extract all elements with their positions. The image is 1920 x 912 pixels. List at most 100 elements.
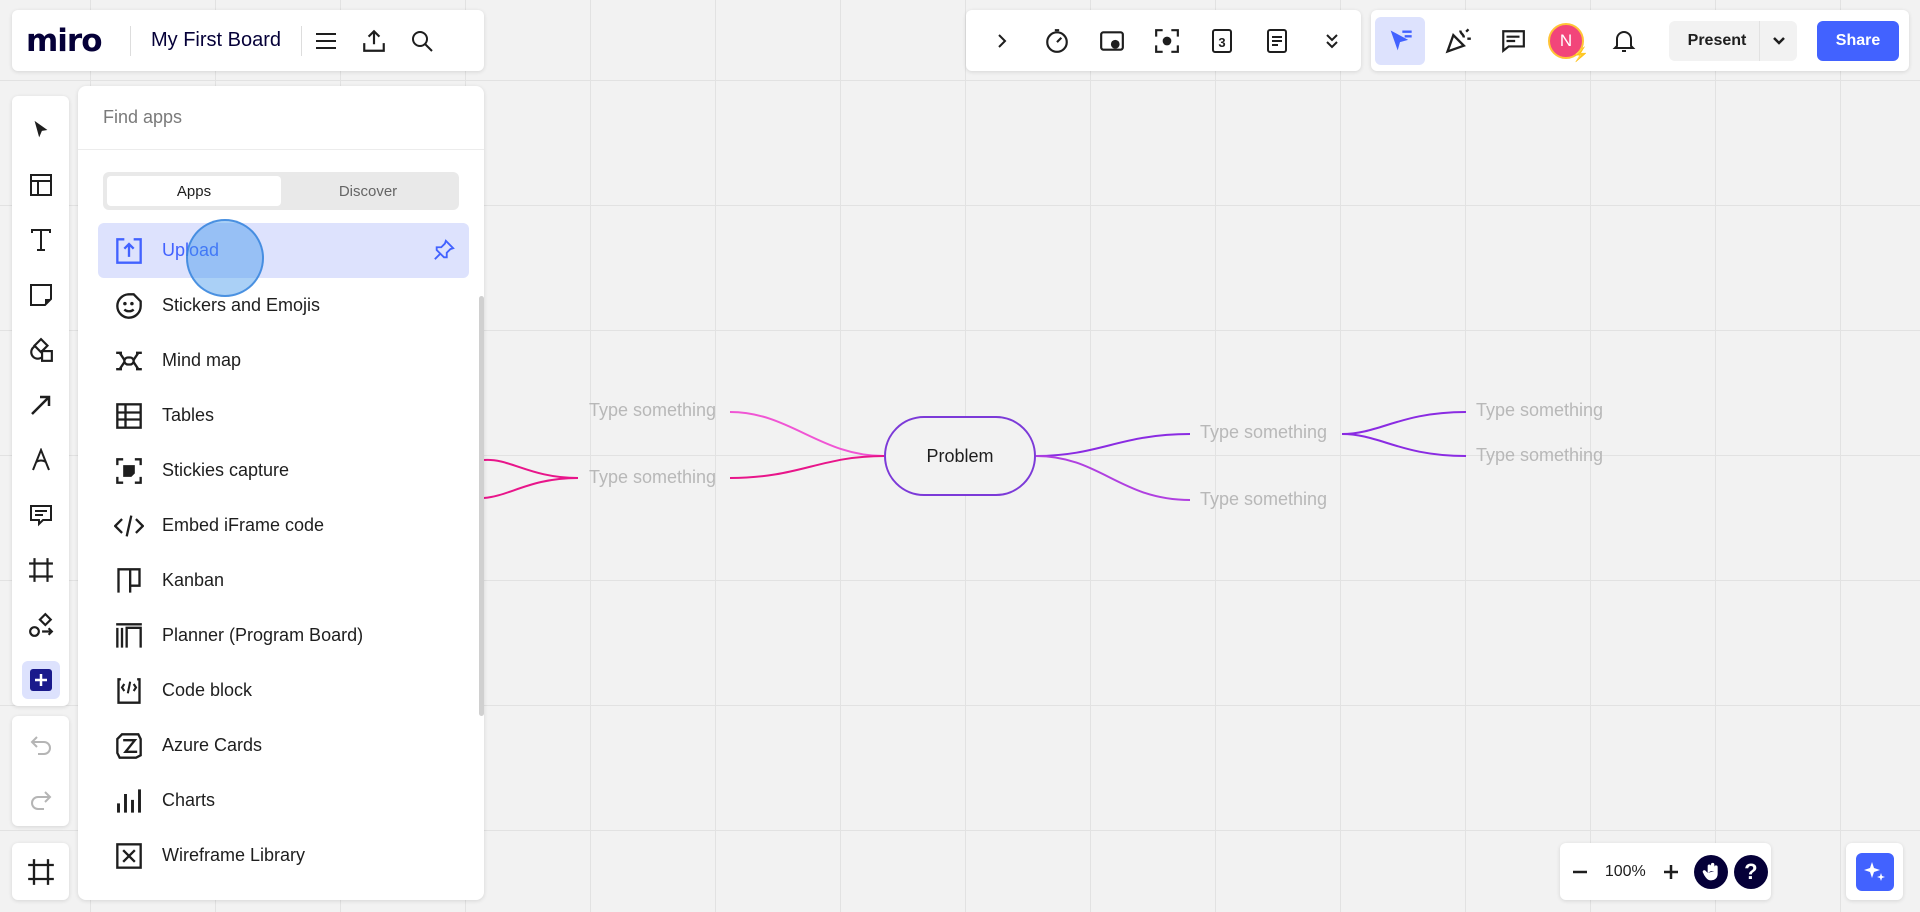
notifications-button[interactable] (1596, 17, 1651, 65)
sparkle-icon (1855, 852, 1894, 891)
cursor-filter-icon (1390, 30, 1412, 50)
plus-icon (1663, 864, 1678, 879)
templates-tool[interactable] (12, 157, 69, 212)
more-apps-tool[interactable] (12, 652, 69, 707)
app-item-upload[interactable]: Upload (98, 223, 469, 278)
text-tool[interactable] (12, 212, 69, 267)
table-icon (112, 399, 146, 433)
upload-icon (112, 234, 146, 268)
app-item-code-block[interactable]: Code block (98, 663, 469, 718)
voting-icon: 3 (1211, 28, 1232, 53)
app-item-mind-map[interactable]: Mind map (98, 333, 469, 388)
miro-logo[interactable]: miro (12, 23, 130, 59)
mindmap-node-right-1[interactable]: Type something (1200, 422, 1327, 443)
timer-button[interactable] (1029, 17, 1084, 65)
mindmap-node-child-1[interactable]: Type something (1476, 400, 1603, 421)
app-item-wireframe-library[interactable]: Wireframe Library (98, 828, 469, 883)
app-item-label: Tables (162, 405, 215, 425)
chevron-down-icon (1772, 36, 1785, 45)
zoom-in-button[interactable] (1650, 848, 1690, 896)
app-item-label: Mind map (162, 350, 242, 370)
interaction-mode-button[interactable] (1691, 848, 1731, 896)
bolt-icon: ⚡ (1571, 45, 1589, 62)
hand-icon (1693, 854, 1728, 889)
notes-icon (1266, 28, 1287, 53)
svg-text:3: 3 (1218, 35, 1225, 50)
app-list: Upload Stickers and Emojis Mind map Tabl… (78, 223, 484, 883)
mindmap-node-child-2[interactable]: Type something (1476, 445, 1603, 466)
search-button[interactable] (398, 17, 446, 65)
pin-icon[interactable] (433, 239, 455, 261)
more-apps-active (21, 660, 60, 699)
board-title[interactable]: My First Board (131, 29, 301, 52)
app-item-label: Charts (162, 790, 216, 810)
apps-scrollbar[interactable] (479, 296, 484, 716)
mindmap-node-left-1[interactable]: Type something (589, 400, 716, 421)
tab-apps[interactable]: Apps (107, 176, 281, 206)
app-item-label: Kanban (162, 570, 225, 590)
timer-icon (1045, 28, 1068, 53)
present-options-button[interactable] (1759, 20, 1797, 61)
zoom-controls: 100% ? (1560, 843, 1771, 900)
zoom-level[interactable]: 100% (1600, 863, 1650, 881)
apps-tabs: Apps Discover (103, 172, 459, 210)
app-item-stickies-capture[interactable]: Stickies capture (98, 443, 469, 498)
upload-icon (363, 29, 385, 52)
notes-button[interactable] (1249, 17, 1304, 65)
frame-tool[interactable] (12, 542, 69, 597)
code-block-icon (112, 674, 146, 708)
find-apps-input[interactable] (103, 107, 459, 128)
mindmap-node-right-2[interactable]: Type something (1200, 489, 1327, 510)
undo-button[interactable] (12, 716, 69, 771)
comment-tool[interactable] (12, 487, 69, 542)
cursor-tracking-button[interactable] (1375, 16, 1425, 65)
frame-icon (27, 858, 54, 885)
app-item-label: Wireframe Library (162, 845, 306, 865)
tab-discover[interactable]: Discover (281, 176, 455, 206)
mindmap-icon (112, 344, 146, 378)
shapes-tool[interactable] (12, 322, 69, 377)
sticky-note-tool[interactable] (12, 267, 69, 322)
kanban-icon (112, 564, 146, 598)
stickies-capture-icon (112, 454, 146, 488)
comments-button[interactable] (1485, 17, 1540, 65)
azure-icon (112, 729, 146, 763)
templates-icon (29, 173, 52, 196)
app-item-charts[interactable]: Charts (98, 773, 469, 828)
creation-toolbar (12, 96, 69, 706)
diagramming-tool[interactable] (12, 597, 69, 652)
mindmap-node-left-2[interactable]: Type something (589, 467, 716, 488)
app-item-embed-iframe[interactable]: Embed iFrame code (98, 498, 469, 553)
share-button[interactable]: Share (1817, 20, 1899, 61)
more-tools-button[interactable] (1304, 17, 1359, 65)
app-item-azure-cards[interactable]: Azure Cards (98, 718, 469, 773)
app-item-planner[interactable]: Planner (Program Board) (98, 608, 469, 663)
reactions-button[interactable] (1430, 17, 1485, 65)
ai-assist-button[interactable] (1846, 843, 1903, 900)
expand-toolbar-button[interactable] (974, 17, 1029, 65)
minus-icon (1573, 870, 1588, 873)
pen-tool[interactable] (12, 432, 69, 487)
mindmap-center-node[interactable]: Problem (884, 416, 1036, 496)
select-tool[interactable] (12, 102, 69, 157)
voting-button[interactable]: 3 (1194, 17, 1249, 65)
connection-line-tool[interactable] (12, 377, 69, 432)
app-item-label: Upload (162, 240, 220, 260)
present-button[interactable]: Present (1669, 20, 1797, 61)
redo-button[interactable] (12, 771, 69, 826)
bell-icon (1612, 30, 1635, 52)
user-avatar[interactable]: N ⚡ (1548, 22, 1589, 62)
video-button[interactable] (1084, 17, 1139, 65)
help-button[interactable]: ? (1731, 848, 1771, 896)
menu-button[interactable] (302, 17, 350, 65)
app-item-tables[interactable]: Tables (98, 388, 469, 443)
sticky-note-icon (29, 283, 52, 306)
export-button[interactable] (350, 17, 398, 65)
frames-panel-button[interactable] (12, 843, 69, 900)
app-item-stickers-emojis[interactable]: Stickers and Emojis (98, 278, 469, 333)
focus-button[interactable] (1139, 17, 1194, 65)
search-icon (412, 30, 433, 52)
zoom-out-button[interactable] (1560, 848, 1600, 896)
app-item-kanban[interactable]: Kanban (98, 553, 469, 608)
wireframe-icon (112, 839, 146, 873)
